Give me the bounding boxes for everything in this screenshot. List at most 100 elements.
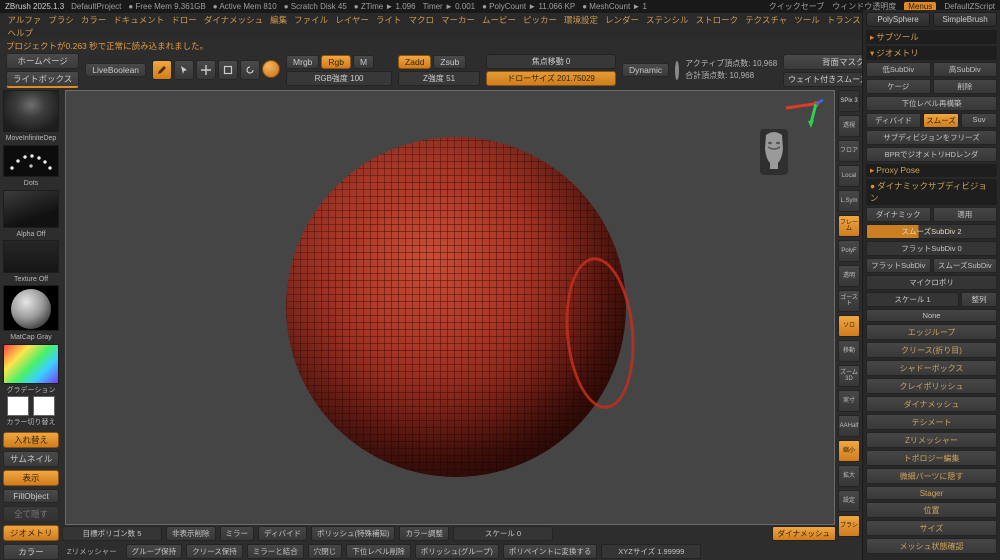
freeze-subdiv-button[interactable]: サブディビジョンをフリーズ [866,130,997,145]
menu-item[interactable]: ブラシ [45,14,77,26]
menu-item[interactable]: マクロ [405,14,438,26]
shelf-button[interactable]: 縮小 [838,440,860,462]
bottom-control[interactable]: ミラー [219,525,254,541]
subpalette-button[interactable]: 位置 [866,502,997,518]
left-tray-button[interactable]: カラー [3,543,59,560]
shelf-button[interactable]: Local [838,165,860,187]
focal-shift-slider[interactable]: 焦点移動 0 [486,54,617,69]
subpalette-button[interactable]: サイズ [866,520,997,536]
bottom-control[interactable]: ミラーと結合 [246,543,304,559]
camview-head[interactable] [756,127,792,177]
liveboolean-button[interactable]: LiveBoolean [85,63,147,77]
lightbox-button[interactable]: ライトボックス [6,70,80,88]
zadd-button[interactable]: Zadd [398,54,432,69]
bottom-control[interactable]: 下位レベル削除 [346,543,411,559]
dynamic-mode-button[interactable]: Dynamic [622,63,670,77]
menu-item[interactable]: ピッカー [520,14,561,26]
shelf-button[interactable]: 移動 [838,340,860,362]
bottom-control[interactable]: Zリメッシャー [62,545,122,558]
zsub-button[interactable]: Zsub [433,54,467,69]
bottom-control[interactable]: 非表示削除 [166,525,216,541]
menu-item[interactable]: ヘルプ [4,27,37,39]
micropoly-mesh-selector[interactable]: None [866,309,997,322]
left-tray-button[interactable]: 全て隠す [3,505,59,522]
brush-cursor-button[interactable] [262,60,281,78]
color-picker[interactable] [3,343,59,384]
subtool-header[interactable]: ▸ サブツール [866,30,997,44]
bottom-control[interactable]: 穴閉じ [307,543,343,559]
stroke-thumbnail[interactable] [3,144,59,178]
alpha-thumbnail[interactable] [3,189,59,228]
delete-level-button[interactable]: 削除 [932,79,997,94]
smooth-toggle[interactable]: スムーズ [923,113,959,128]
shelf-button[interactable]: 実寸 [838,390,860,412]
document-canvas[interactable] [65,90,835,525]
left-tray-button[interactable]: FillObject [3,488,59,503]
menu-item[interactable]: 編集 [267,14,291,26]
subpalette-button[interactable]: Stager [866,486,997,500]
shelf-button[interactable]: 拡大 [838,465,860,487]
titlebar-action[interactable]: クイックセーブ [769,1,825,12]
rgb-intensity-slider[interactable]: RGB強度 100 [286,70,393,86]
texture-thumbnail[interactable] [3,240,59,273]
left-tray-button[interactable]: ジオメトリ [3,524,59,541]
homepage-button[interactable]: ホームページ [6,52,80,69]
axis-gizmo[interactable] [770,95,826,129]
shelf-button[interactable]: 設定 [838,490,860,512]
menu-item[interactable]: マーカー [437,14,478,26]
shelf-button[interactable]: SPix 3 [838,90,860,112]
z-intensity-slider[interactable]: Z強度 51 [398,70,481,86]
tool-polysphere-tab[interactable]: PolySphere [866,12,930,27]
edit-object-button[interactable] [152,60,173,80]
proxy-pose-header[interactable]: ▸ Proxy Pose [866,164,997,177]
smooth-subdiv-button[interactable]: スムーズSubDiv [932,258,997,273]
shelf-button[interactable]: AAHalf [838,415,860,437]
shelf-button[interactable]: PolyF [838,240,860,262]
cage-button[interactable]: ケージ [866,79,931,94]
bottom-control[interactable]: 目標ポリゴン数 5 [62,525,162,541]
material-thumbnail[interactable] [3,285,59,332]
menu-item[interactable]: レイヤー [332,14,373,26]
brush-thumbnail[interactable] [3,90,59,132]
subpalette-button[interactable]: エッジループ [866,324,997,340]
geometry-header[interactable]: ▾ ジオメトリ [866,46,997,60]
lower-subdiv-button[interactable]: 低SubDiv [866,62,931,77]
main-color-swatch[interactable] [7,396,29,417]
subpalette-button[interactable]: 微細パーツに隠す [866,468,997,484]
divide-button[interactable]: ディバイド [866,113,921,128]
subpalette-button[interactable]: トポロジー編集 [866,450,997,466]
bottom-control[interactable]: ダイナメッシュ [771,525,836,541]
shelf-button[interactable]: フロア [838,140,860,162]
subpalette-button[interactable]: メッシュ状態確認 [866,538,997,554]
move-button[interactable] [196,60,217,80]
subpalette-button[interactable]: テシメート [866,414,997,430]
bottom-control[interactable]: ポリッシュ(特殊補知) [310,525,396,541]
m-button[interactable]: M [353,54,375,69]
left-tray-button[interactable]: 表示 [3,469,59,486]
suv-toggle[interactable]: Suv [961,113,997,128]
menu-item[interactable]: ファイル [291,14,332,26]
menu-item[interactable]: ムービー [478,14,519,26]
subpalette-button[interactable]: ダイナメッシュ [866,396,997,412]
bottom-control[interactable]: カラー調整 [399,525,449,541]
flat-subdiv-slider[interactable]: フラットSubDiv 0 [866,241,997,256]
shelf-button[interactable]: 透視 [838,115,860,137]
align-button[interactable]: 整列 [961,292,997,307]
mrgb-button[interactable]: Mrgb [286,54,320,69]
dynamic-subdiv-header[interactable]: ● ダイナミックサブディビジョン [866,179,997,205]
shelf-button[interactable]: ソロ [838,315,860,337]
higher-subdiv-button[interactable]: 高SubDiv [932,62,997,77]
gyro-icon[interactable] [675,60,680,80]
tool-simplebrush-tab[interactable]: SimpleBrush [933,12,997,27]
bottom-control[interactable]: XYZサイズ 1.99999 [601,543,702,559]
micropoly-slider[interactable]: マイクロポリ [866,275,997,290]
draw-pointer-button[interactable] [174,60,195,80]
menu-item[interactable]: ステンシル [643,14,693,26]
menu-item[interactable]: カラー [77,14,110,26]
bottom-control[interactable]: グループ保持 [125,543,183,559]
bottom-control[interactable]: ポリペイントに変換する [502,543,598,559]
shelf-button[interactable]: フレーム [838,215,860,237]
menu-item[interactable]: ストローク [692,14,742,26]
reconstruct-subdiv-button[interactable]: 下位レベル再構築 [866,96,997,111]
flat-subdiv-button[interactable]: フラットSubDiv [866,258,931,273]
